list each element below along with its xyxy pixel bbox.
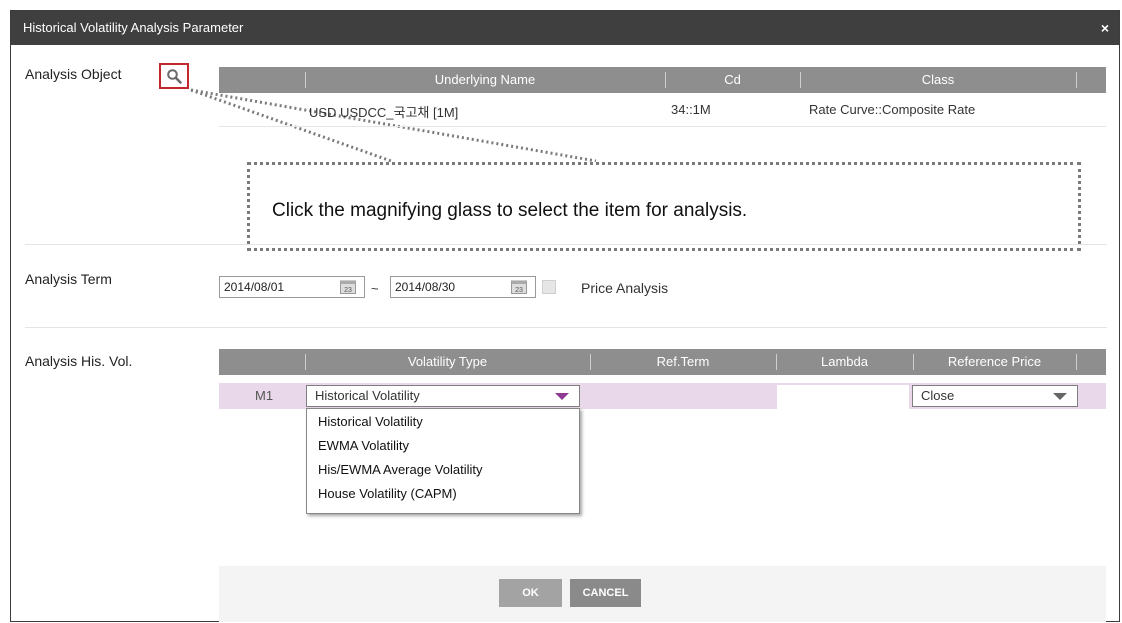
chevron-down-icon[interactable] [555, 393, 569, 400]
date-range-separator: ~ [371, 281, 379, 296]
price-analysis-checkbox[interactable] [542, 280, 556, 294]
volatility-type-value: Historical Volatility [315, 388, 420, 403]
calendar-icon[interactable]: 23 [511, 280, 527, 294]
class-cell: Rate Curve::Composite Rate [809, 102, 976, 117]
column-class[interactable]: Class [800, 67, 1076, 93]
cd-cell: 34::1M [671, 102, 711, 117]
volatility-grid-header: Volatility Type Ref.Term Lambda Referenc… [219, 349, 1106, 375]
dropdown-option[interactable]: EWMA Volatility [318, 438, 409, 453]
lambda-input[interactable] [777, 385, 909, 409]
reference-price-value: Close [921, 388, 955, 403]
column-volatility-type[interactable]: Volatility Type [305, 349, 590, 375]
start-date-field[interactable]: 2014/08/01 23 [219, 276, 365, 298]
instruction-callout: Click the magnifying glass to select the… [247, 162, 1083, 251]
dropdown-option[interactable]: House Volatility (CAPM) [318, 486, 457, 501]
end-date-field[interactable]: 2014/08/30 23 [390, 276, 536, 298]
volatility-parameter-dialog: Historical Volatility Analysis Parameter… [10, 10, 1120, 622]
calendar-icon[interactable]: 23 [340, 280, 356, 294]
volatility-type-dropdown: Historical Volatility EWMA Volatility Hi… [306, 408, 580, 514]
end-date-value: 2014/08/30 [395, 280, 456, 294]
volatility-type-select[interactable]: Historical Volatility [306, 385, 580, 407]
column-reference-price[interactable]: Reference Price [913, 349, 1076, 375]
column-cd[interactable]: Cd [665, 67, 800, 93]
column-ref-term[interactable]: Ref.Term [590, 349, 776, 375]
svg-text:23: 23 [515, 287, 523, 294]
ok-button[interactable]: OK [499, 579, 562, 607]
start-date-value: 2014/08/01 [224, 280, 285, 294]
row-id: M1 [255, 388, 274, 403]
dropdown-option[interactable]: Historical Volatility [318, 414, 423, 429]
svg-text:23: 23 [344, 287, 352, 294]
column-lambda[interactable]: Lambda [776, 349, 913, 375]
chevron-down-icon[interactable] [1053, 393, 1067, 400]
dropdown-option[interactable]: His/EWMA Average Volatility [318, 462, 483, 477]
analysis-his-vol-label: Analysis His. Vol. [25, 353, 133, 369]
underlying-name-cell: USD USDCC_국고채 [1M] [309, 105, 459, 120]
dialog-footer [219, 566, 1106, 622]
cancel-button[interactable]: CANCEL [570, 579, 641, 607]
analysis-term-label: Analysis Term [25, 271, 112, 287]
reference-price-select[interactable]: Close [912, 385, 1078, 407]
underlying-grid-header: Underlying Name Cd Class [219, 67, 1106, 93]
column-underlying-name[interactable]: Underlying Name [305, 67, 665, 93]
price-analysis-label: Price Analysis [581, 280, 669, 296]
callout-text: Click the magnifying glass to select the… [272, 200, 748, 221]
